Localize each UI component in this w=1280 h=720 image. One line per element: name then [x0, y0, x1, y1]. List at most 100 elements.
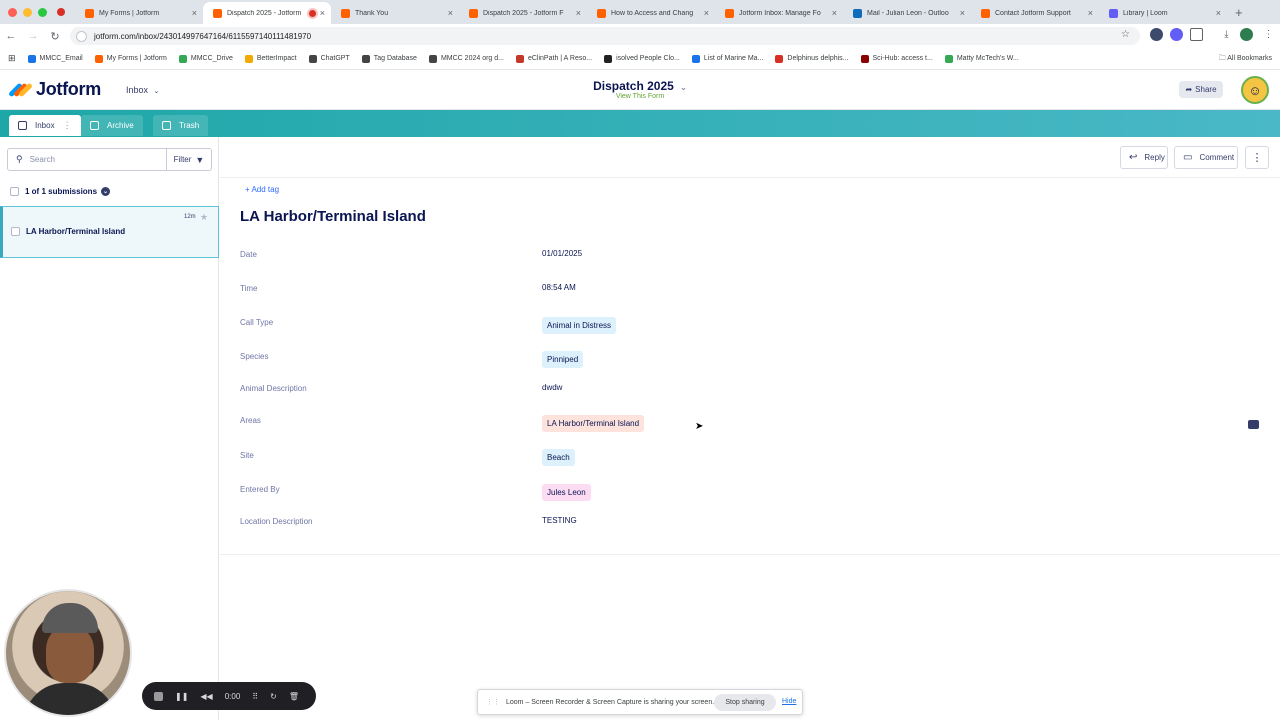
browser-tab[interactable]: Thank You ×	[331, 2, 459, 24]
bookmark-item[interactable]: isolved People Clo...	[604, 54, 680, 63]
chat-bubble-icon[interactable]	[1248, 420, 1259, 429]
download-icon[interactable]: ⤓	[1220, 28, 1233, 41]
bookmark-favicon-icon	[775, 54, 784, 63]
inbox-dropdown[interactable]: Inbox ⌄	[126, 85, 159, 95]
close-tab-icon[interactable]: ×	[832, 8, 837, 18]
apps-grid-icon[interactable]: ⊞	[8, 53, 16, 64]
field-value-chip: Pinniped	[542, 351, 584, 368]
all-bookmarks-button[interactable]: 🗀 All Bookmarks	[1219, 54, 1272, 65]
bookmark-item[interactable]: ChatGPT	[308, 54, 350, 63]
minimize-window-button[interactable]	[23, 7, 32, 17]
submission-title: LA Harbor/Terminal Island	[240, 208, 426, 225]
user-avatar[interactable]: ☺	[1241, 76, 1269, 104]
bookmark-item[interactable]: MMCC_Drive	[178, 54, 233, 63]
site-info-icon[interactable]	[76, 30, 87, 42]
browser-tab[interactable]: Contact Jotform Support ×	[971, 2, 1099, 24]
stop-recording-icon[interactable]	[154, 691, 163, 701]
browser-tab[interactable]: Library | Loom ×	[1099, 2, 1227, 24]
bookmark-item[interactable]: Tag Database	[361, 54, 417, 63]
filter-button[interactable]: Filter ▼	[166, 148, 212, 171]
bookmark-item[interactable]: My Forms | Jotform	[94, 54, 167, 63]
hide-banner-link[interactable]: Hide	[782, 698, 796, 705]
bookmark-star-icon[interactable]: ☆	[1121, 29, 1130, 40]
restart-icon[interactable]: ↻	[270, 692, 277, 701]
profile-icon[interactable]	[1240, 28, 1253, 41]
close-tab-icon[interactable]: ×	[960, 8, 965, 18]
reply-button[interactable]: ↩ Reply	[1120, 146, 1168, 169]
browser-tab[interactable]: How to Access and Chang ×	[587, 2, 715, 24]
close-tab-icon[interactable]: ×	[192, 8, 197, 18]
forward-button[interactable]: →	[22, 30, 44, 42]
search-placeholder: Search	[29, 155, 55, 164]
bookmark-item[interactable]: MMCC_Email	[27, 54, 83, 63]
browser-menu-icon[interactable]: ⋮	[1262, 28, 1275, 41]
delete-icon[interactable]: 🗑	[289, 692, 299, 701]
banner-grip-icon[interactable]: ⋮⋮	[486, 698, 500, 706]
tab-favicon-icon	[85, 8, 94, 18]
loom-extension-icon[interactable]	[1170, 28, 1183, 41]
bookmark-item[interactable]: Delphinus delphis...	[775, 54, 849, 63]
close-window-button[interactable]	[8, 7, 17, 17]
loom-webcam-bubble[interactable]	[4, 589, 132, 717]
close-tab-icon[interactable]: ×	[704, 8, 709, 18]
more-options-button[interactable]: ⋮	[1245, 146, 1269, 169]
browser-tab[interactable]: Mail - Julian Leon - Outloo ×	[843, 2, 971, 24]
bookmark-item[interactable]: Sci-Hub: access t...	[860, 54, 933, 63]
url-field[interactable]: jotform.com/inbox/243014997647164/611559…	[70, 27, 1140, 45]
field-value-chip: Beach	[542, 449, 575, 466]
form-title[interactable]: Dispatch 2025 ⌄	[540, 79, 740, 93]
share-button[interactable]: ➦ Share	[1179, 81, 1223, 98]
browser-tab[interactable]: Jotform Inbox: Manage Fo ×	[715, 2, 843, 24]
field-value-chip: Jules Leon	[542, 484, 591, 501]
pause-icon[interactable]: ❚❚	[175, 692, 188, 701]
url-text: jotform.com/inbox/243014997647164/611559…	[94, 31, 312, 41]
rewind-icon[interactable]: ◀◀	[200, 692, 212, 701]
count-chevron-icon[interactable]: ⌄	[101, 187, 111, 196]
field-label: Site	[240, 451, 254, 460]
browser-tab-title: Jotform Inbox: Manage Fo	[739, 9, 821, 17]
extensions-puzzle-icon[interactable]	[1190, 28, 1203, 41]
stop-sharing-button[interactable]: Stop sharing	[714, 694, 776, 711]
tab-favicon-icon	[213, 8, 222, 18]
reload-button[interactable]: ↻	[44, 30, 66, 43]
tab-favicon-icon	[981, 8, 990, 18]
maximize-window-button[interactable]	[38, 7, 47, 17]
bookmark-favicon-icon	[308, 54, 317, 63]
close-tab-icon[interactable]: ×	[1088, 8, 1093, 18]
tab-archive[interactable]: Archive	[81, 115, 143, 136]
select-all-checkbox[interactable]	[10, 187, 19, 196]
star-icon[interactable]: ★	[200, 212, 208, 223]
jotform-logo[interactable]: Jotform	[8, 79, 101, 100]
bookmark-item[interactable]: BetterImpact	[244, 54, 297, 63]
inbox-dropdown-label: Inbox	[126, 85, 149, 95]
add-tag-button[interactable]: + Add tag	[245, 185, 279, 194]
browser-tab[interactable]: Dispatch 2025 - Jotform ×	[203, 2, 331, 24]
close-tab-icon[interactable]: ×	[576, 8, 581, 18]
browser-tab-title: Thank You	[355, 9, 389, 17]
browser-tab[interactable]: My Forms | Jotform ×	[75, 2, 203, 24]
bookmark-item[interactable]: List of Marine Ma...	[691, 54, 763, 63]
tab-inbox[interactable]: Inbox ⋮	[9, 115, 81, 136]
tab-trash[interactable]: Trash	[153, 115, 209, 136]
inbox-options-icon[interactable]: ⋮	[63, 120, 72, 131]
close-tab-icon[interactable]: ×	[320, 8, 325, 18]
close-tab-icon[interactable]: ×	[448, 8, 453, 18]
comment-button[interactable]: ▭ Comment	[1174, 146, 1238, 169]
new-tab-button[interactable]: +	[1235, 5, 1243, 20]
view-form-link[interactable]: View This Form	[540, 93, 740, 100]
bookmark-favicon-icon	[94, 54, 103, 63]
bookmark-item[interactable]: MMCC 2024 org d...	[428, 54, 504, 63]
drag-handle-icon[interactable]: ⠿	[252, 692, 258, 701]
bookmark-item[interactable]: eClinPath | A Reso...	[515, 54, 592, 63]
submission-checkbox[interactable]	[11, 227, 20, 236]
bookmark-favicon-icon	[27, 54, 36, 63]
close-tab-icon[interactable]: ×	[1216, 8, 1221, 18]
browser-tab[interactable]: Dispatch 2025 - Jotform F ×	[459, 2, 587, 24]
submission-list-item[interactable]: LA Harbor/Terminal Island 12m ★	[0, 206, 219, 258]
bookmark-item[interactable]: Matty McTech's W...	[944, 54, 1019, 63]
back-button[interactable]: ←	[0, 30, 22, 42]
recording-timer: 0:00	[224, 691, 241, 701]
all-bookmarks-label: All Bookmarks	[1227, 55, 1272, 62]
extension-icon[interactable]	[1150, 28, 1163, 41]
search-field[interactable]: ⚲ Search	[7, 148, 167, 171]
